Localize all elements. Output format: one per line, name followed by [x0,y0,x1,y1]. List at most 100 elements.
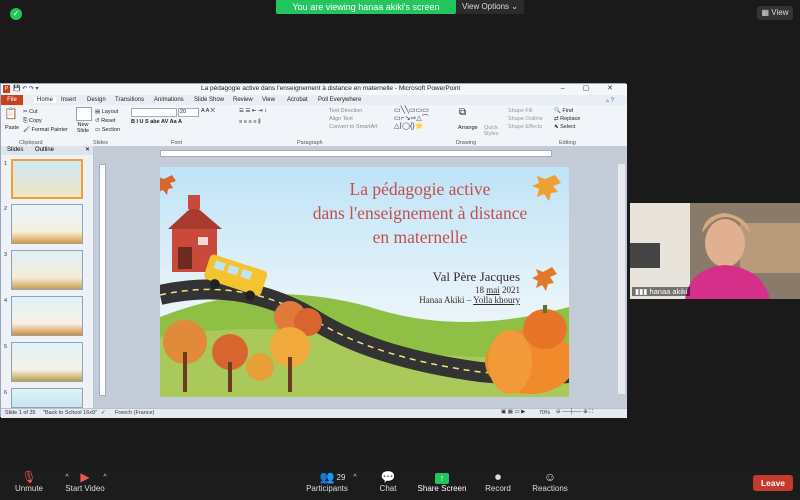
participant-video[interactable] [630,203,800,299]
close-panel-icon[interactable]: ✕ [85,146,90,153]
find-label: Find [562,108,574,114]
layout-icon: ▤ [95,109,102,115]
align-icons[interactable]: ≡ ≡ ≡ ≡ ⫼ [239,119,260,126]
replace-label: Replace [560,116,581,122]
slide-thumbnail-1[interactable] [11,159,83,199]
menu-review[interactable]: Review [233,97,253,103]
slide-title-line-3: en maternelle [372,227,468,247]
vertical-scrollbar[interactable] [618,164,625,394]
ppt-menubar: File Home Insert Design Transitions Anim… [1,95,627,105]
menu-home[interactable]: Home [34,97,57,103]
status-zoom: 70% [539,410,551,416]
copy-button-label: Copy [28,118,42,124]
slide-thumbnail-6[interactable] [11,388,83,408]
view-mode-icons[interactable]: ▣ ▦ ▭ ▶ [501,409,525,415]
format-painter-label: Format Painter [31,127,68,133]
paste-icon[interactable]: 📋 [4,107,18,120]
menu-view[interactable]: View [262,97,275,103]
menu-transitions[interactable]: Transitions [115,97,144,103]
tab-slides[interactable]: Slides [7,147,23,153]
video-options-chevron-icon[interactable]: ^ [70,474,140,481]
vertical-ruler [99,164,106,396]
menu-acrobat[interactable]: Acrobat [287,97,308,103]
spellcheck-icon[interactable]: ✓ [101,410,106,416]
find-button[interactable]: 🔍 Find [554,108,573,114]
slide-authors: Hanaa Akiki – Yolla khoury [360,295,520,305]
zoom-slider[interactable]: ⊖ ──┼── ⊕ ⛶ [556,409,593,416]
shapes-gallery[interactable]: ▭╲╲▭▭▭ ▭⌐↘⇨△⌒ △⌈◯{}⭐ [394,107,429,131]
select-button[interactable]: ⬉ Select [554,124,575,130]
thumb-number-3: 3 [4,252,8,258]
font-size-select[interactable]: 20 [178,108,199,117]
font-name-select[interactable] [131,108,177,117]
viewing-banner: You are viewing hanaa akiki's screen [276,0,456,14]
slides-panel: Slides Outline ✕ 1 2 3 4 5 6 [1,146,94,408]
replace-button[interactable]: ⇄ Replace [554,116,580,122]
section-label: Section [101,127,121,133]
participants-button[interactable]: Participants [292,484,362,493]
reactions-icon[interactable]: ☺ [515,470,585,484]
view-options-label: View Options [462,2,510,11]
section-icon: ▭ [95,127,102,133]
quick-access-icons[interactable]: 💾 ↶ ↷ ▾ [13,85,39,92]
leave-button[interactable]: Leave [753,475,793,491]
shape-outline-button[interactable]: Shape Outline [508,116,543,122]
help-icon[interactable]: ▵ ? [606,97,614,104]
copy-button[interactable]: ⎘ Copy [23,118,42,125]
security-shield-icon[interactable]: ✓ [10,8,22,20]
reactions-button[interactable]: Reactions [515,484,585,493]
slide-thumbnail-2[interactable] [11,204,83,244]
font-grow-shrink-icons[interactable]: A A ⨉ [201,108,215,115]
slide-thumbnail-4[interactable] [11,296,83,336]
ppt-window-title: La pédagogie active dans l'enseignement … [201,85,461,92]
layout-button[interactable]: ▤ Layout [95,109,118,115]
view-options-button[interactable]: View Options ⌄ [456,0,524,14]
chevron-down-icon: ⌄ [511,2,518,11]
convert-smartart-button[interactable]: Convert to SmartArt [329,124,378,130]
thumb-number-1: 1 [4,161,8,167]
panel-tabs: Slides Outline ✕ [1,146,93,155]
menu-animations[interactable]: Animations [154,97,184,103]
select-label: Select [560,124,576,130]
new-slide-icon[interactable] [76,107,92,121]
section-button[interactable]: ▭ Section [95,127,120,133]
font-format-icons[interactable]: B I U S abe AV Aa A [131,119,182,125]
menu-slide-show[interactable]: Slide Show [194,97,224,103]
start-video-button[interactable]: Start Video [50,484,120,493]
reset-button[interactable]: ↺ Reset [95,118,116,124]
menu-insert[interactable]: Insert [61,97,76,103]
quick-styles-button[interactable]: Quick Styles [481,125,501,137]
slide-thumbnail-5[interactable] [11,342,83,382]
thumb-number-4: 4 [4,298,8,304]
new-slide-button[interactable]: New Slide [74,122,92,134]
tab-outline[interactable]: Outline [35,147,54,153]
format-painter-button[interactable]: 🖌 Format Painter [23,127,68,133]
participant-name: hanaa akiki [649,287,688,296]
brush-icon: 🖌 [23,127,32,133]
slide-title-line-2: dans l'enseignement à distance [312,203,528,223]
ppt-ribbon: 📋 Paste ✂ Cut ⎘ Copy 🖌 Format Painter Cl… [1,105,627,147]
ppt-statusbar: Slide 1 of 35 "Back to School 16x9" ✓ Fr… [1,408,627,418]
participant-name-tag: ▮▮▮ hanaa akiki [632,287,691,296]
align-text-button[interactable]: Align Text [329,116,353,122]
horizontal-ruler [160,150,552,157]
slide-thumbnail-3[interactable] [11,250,83,290]
menu-design[interactable]: Design [87,97,106,103]
paste-button[interactable]: Paste [5,125,19,131]
menu-poll-everywhere[interactable]: Poll Everywhere [318,97,361,103]
cut-button[interactable]: ✂ Cut [23,109,38,115]
arrange-icon[interactable]: ⧉ [459,107,466,118]
layout-label: Layout [101,109,119,115]
list-icons[interactable]: ☰ ☰ ⇤ ⇥ ↕ [239,108,267,114]
current-slide[interactable]: La pédagogie active dans l'enseignement … [160,167,569,397]
slide-school-name: Val Père Jacques [432,269,520,284]
arrange-button[interactable]: Arrange [458,125,478,131]
text-direction-button[interactable]: Text Direction [329,108,362,114]
menu-file[interactable]: File [1,95,23,105]
grid-icon: ▦ [761,8,770,17]
shape-fill-button[interactable]: Shape Fill [508,108,532,114]
shape-effects-button[interactable]: Shape Effects [508,124,542,130]
view-button[interactable]: ▦ View [757,6,793,20]
window-controls[interactable]: – ▢ ✕ [561,84,621,92]
slide-date-year: 2021 [502,285,520,295]
